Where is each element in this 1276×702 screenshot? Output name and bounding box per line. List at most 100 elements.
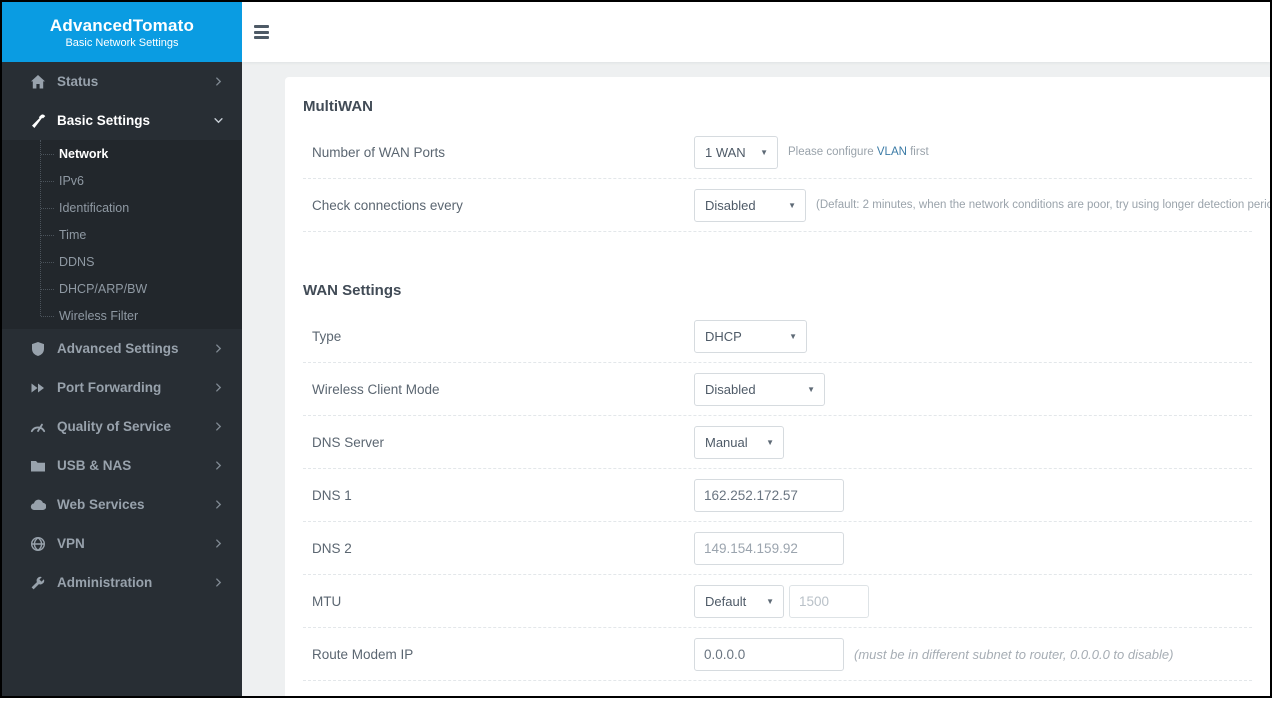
sidebar-subitem-network[interactable]: Network <box>2 140 242 167</box>
app-logo[interactable]: AdvancedTomato Basic Network Settings <box>2 2 242 62</box>
chevron-right-icon <box>213 538 224 549</box>
mtu-select[interactable]: Default ▼ <box>694 584 784 618</box>
submenu-basic-settings: Network IPv6 Identification Time DDNS DHCP/AR… <box>2 140 242 329</box>
dropdown-caret-icon: ▼ <box>766 596 774 606</box>
globe-icon <box>30 536 46 552</box>
field-label: Check connections every <box>312 197 463 213</box>
number-of-wan-ports-select[interactable]: 1 WAN ▼ <box>694 135 778 169</box>
row-wireless-client-mode: Wireless Client Mode Disabled ▼ <box>303 363 1252 416</box>
field-label: MTU <box>312 593 342 609</box>
field-controls <box>694 531 844 565</box>
vlan-link[interactable]: VLAN <box>877 146 907 158</box>
section-title: MultiWAN <box>303 98 373 115</box>
sidebar-item-label: Basic Settings <box>57 113 151 128</box>
field-controls <box>694 478 844 512</box>
wireless-client-mode-select[interactable]: Disabled ▼ <box>694 372 825 406</box>
section-rows: Type DHCP ▼ Wireless Client Mode Disabled ▼ DN… <box>303 310 1252 681</box>
sidebar-subitem-identification[interactable]: Identification <box>2 194 242 221</box>
sidebar-item-label: USB & NAS <box>57 458 132 473</box>
dropdown-caret-icon: ▼ <box>760 147 768 157</box>
sidebar-item-web-services[interactable]: Web Services <box>2 485 242 524</box>
sidebar-item-label: Advanced Settings <box>57 341 179 356</box>
row-number-of-wan-ports: Number of WAN Ports 1 WAN ▼ Please configur… <box>303 126 1252 179</box>
topbar <box>242 2 1270 62</box>
sidebar-item-label: Quality of Service <box>57 419 172 434</box>
dns-server-select[interactable]: Manual ▼ <box>694 425 784 459</box>
row-dns-server: DNS Server Manual ▼ <box>303 416 1252 469</box>
chevron-right-icon <box>213 343 224 354</box>
gauge-icon <box>30 419 46 435</box>
row-check-connections-every: Check connections every Disabled ▼ (Default… <box>303 179 1270 232</box>
sidebar-subitem-label: Wireless Filter <box>59 308 139 323</box>
selected-value: DHCP <box>705 328 742 344</box>
sidebar-subitem-label: DHCP/ARP/BW <box>59 281 148 296</box>
dns-2-input[interactable] <box>694 531 844 565</box>
selected-value: Disabled <box>705 197 756 213</box>
sidebar-item-advanced-settings[interactable]: Advanced Settings <box>2 329 242 368</box>
field-controls: Manual ▼ <box>694 425 784 459</box>
home-icon <box>30 74 46 90</box>
field-label: DNS 2 <box>312 540 352 556</box>
section-wan-settings: WAN Settings Type DHCP ▼ Wireless Client Mod… <box>303 282 1252 681</box>
sidebar-subitem-ipv6[interactable]: IPv6 <box>2 167 242 194</box>
sidebar-item-status[interactable]: Status <box>2 62 242 101</box>
shield-icon <box>30 341 46 357</box>
sidebar-item-label: Status <box>57 74 99 89</box>
sidebar-item-usb-nas[interactable]: USB & NAS <box>2 446 242 485</box>
chevron-down-icon <box>213 115 224 126</box>
sidebar-subitem-ddns[interactable]: DDNS <box>2 248 242 275</box>
field-note: (must be in different subnet to router, … <box>854 646 1174 662</box>
sidebar-subitem-label: Identification <box>59 200 130 215</box>
sidebar-subitem-dhcp-arp-bw[interactable]: DHCP/ARP/BW <box>2 275 242 302</box>
sidebar-item-label: Web Services <box>57 497 145 512</box>
page-subtitle: Basic Network Settings <box>65 36 179 49</box>
field-label: Type <box>312 328 342 344</box>
selected-value: Manual <box>705 434 748 450</box>
section-title: WAN Settings <box>303 282 402 299</box>
sidebar-subitem-time[interactable]: Time <box>2 221 242 248</box>
mtu-input <box>789 584 869 618</box>
field-label: DNS 1 <box>312 487 352 503</box>
selected-value: Default <box>705 593 747 609</box>
field-controls: 1 WAN ▼ <box>694 135 778 169</box>
sidebar-menu: Status Basic Settings Network IPv6 Identific… <box>2 62 242 602</box>
sidebar-subitem-wireless-filter[interactable]: Wireless Filter <box>2 302 242 329</box>
row-mtu: MTU Default ▼ <box>303 575 1252 628</box>
chevron-right-icon <box>213 460 224 471</box>
section-rows: Number of WAN Ports 1 WAN ▼ Please configur… <box>303 126 1270 232</box>
wrench-icon <box>30 575 46 591</box>
field-note: (Default: 2 minutes, when the network co… <box>816 199 1270 211</box>
row-dns-1: DNS 1 <box>303 469 1252 522</box>
field-label: Route Modem IP <box>312 646 414 662</box>
chevron-right-icon <box>213 76 224 87</box>
row-type: Type DHCP ▼ <box>303 310 1252 363</box>
folder-icon <box>30 458 46 474</box>
chevron-right-icon <box>213 577 224 588</box>
field-controls: Disabled ▼ <box>694 188 806 222</box>
field-note: Please configure VLAN first <box>788 146 929 158</box>
dns-1-input[interactable] <box>694 478 844 512</box>
sidebar-subitem-label: DDNS <box>59 254 95 269</box>
dropdown-caret-icon: ▼ <box>788 200 796 210</box>
sidebar: AdvancedTomato Basic Network Settings St… <box>2 2 242 696</box>
field-label: Wireless Client Mode <box>312 381 440 397</box>
hamburger-icon[interactable] <box>254 19 280 45</box>
sidebar-item-basic-settings[interactable]: Basic Settings <box>2 101 242 140</box>
content-area: MultiWAN Number of WAN Ports 1 WAN ▼ Please … <box>242 62 1270 696</box>
route-modem-ip-input[interactable] <box>694 637 844 671</box>
chevron-right-icon <box>213 499 224 510</box>
sidebar-item-quality-of-service[interactable]: Quality of Service <box>2 407 242 446</box>
sidebar-item-vpn[interactable]: VPN <box>2 524 242 563</box>
chevron-right-icon <box>213 421 224 432</box>
check-connections-every-select[interactable]: Disabled ▼ <box>694 188 806 222</box>
dropdown-caret-icon: ▼ <box>807 384 815 394</box>
selected-value: 1 WAN <box>705 144 746 160</box>
dropdown-caret-icon: ▼ <box>789 331 797 341</box>
sidebar-item-administration[interactable]: Administration <box>2 563 242 602</box>
chevron-right-icon <box>213 382 224 393</box>
field-label: DNS Server <box>312 434 385 450</box>
sidebar-item-port-forwarding[interactable]: Port Forwarding <box>2 368 242 407</box>
field-controls: Disabled ▼ <box>694 372 825 406</box>
fast-forward-icon <box>30 380 46 396</box>
type-select[interactable]: DHCP ▼ <box>694 319 807 353</box>
